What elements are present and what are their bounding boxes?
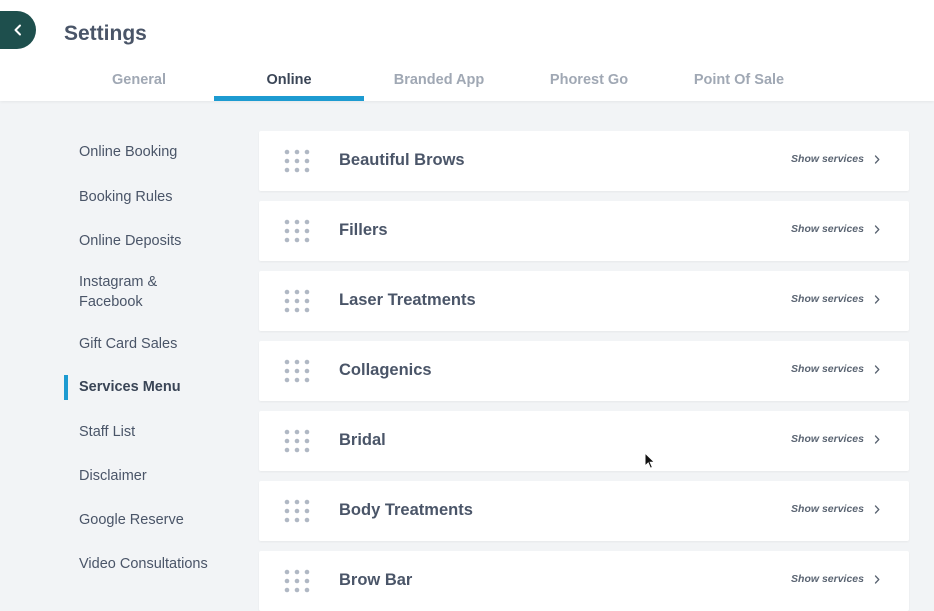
show-services-link[interactable]: Show services — [791, 433, 880, 445]
show-services-label: Show services — [791, 223, 864, 235]
sidebar-item-online-deposits[interactable]: Online Deposits — [64, 231, 181, 251]
chevron-right-icon — [874, 294, 880, 304]
category-name: Collagenics — [339, 361, 432, 379]
show-services-label: Show services — [791, 503, 864, 515]
chevron-right-icon — [874, 154, 880, 164]
mouse-pointer-icon — [644, 452, 656, 469]
header: Settings General Online Branded App Phor… — [0, 0, 934, 101]
category-card: Bridal Show services — [259, 411, 909, 471]
category-name: Bridal — [339, 431, 386, 449]
sidebar-item-instagram-facebook[interactable]: Instagram & Facebook — [64, 272, 194, 312]
drag-handle-icon[interactable] — [284, 289, 310, 313]
drag-handle-icon[interactable] — [284, 359, 310, 383]
category-name: Body Treatments — [339, 501, 473, 519]
sidebar-item-services-menu[interactable]: Services Menu — [64, 375, 181, 400]
show-services-label: Show services — [791, 293, 864, 305]
tab-phorest-go[interactable]: Phorest Go — [514, 60, 664, 101]
show-services-link[interactable]: Show services — [791, 503, 880, 515]
category-card: Brow Bar Show services — [259, 551, 909, 611]
chevron-left-icon — [14, 24, 21, 36]
sidebar-item-video-consultations[interactable]: Video Consultations — [64, 554, 208, 574]
tab-point-of-sale[interactable]: Point Of Sale — [664, 60, 814, 101]
show-services-label: Show services — [791, 153, 864, 165]
chevron-right-icon — [874, 364, 880, 374]
tab-general[interactable]: General — [64, 60, 214, 101]
drag-handle-icon[interactable] — [284, 499, 310, 523]
category-card: Body Treatments Show services — [259, 481, 909, 541]
chevron-right-icon — [874, 574, 880, 584]
sidebar-item-staff-list[interactable]: Staff List — [64, 422, 135, 442]
category-card: Fillers Show services — [259, 201, 909, 261]
tab-bar: General Online Branded App Phorest Go Po… — [64, 60, 814, 101]
sidebar-item-gift-card-sales[interactable]: Gift Card Sales — [64, 334, 177, 354]
page-title: Settings — [64, 22, 147, 45]
tab-branded-app[interactable]: Branded App — [364, 60, 514, 101]
sidebar-item-disclaimer[interactable]: Disclaimer — [64, 466, 147, 486]
sidebar-item-online-booking[interactable]: Online Booking — [64, 142, 177, 162]
chevron-right-icon — [874, 224, 880, 234]
drag-handle-icon[interactable] — [284, 429, 310, 453]
tab-online[interactable]: Online — [214, 60, 364, 101]
chevron-right-icon — [874, 504, 880, 514]
category-name: Brow Bar — [339, 571, 413, 589]
show-services-label: Show services — [791, 573, 864, 585]
category-card: Laser Treatments Show services — [259, 271, 909, 331]
drag-handle-icon[interactable] — [284, 219, 310, 243]
show-services-link[interactable]: Show services — [791, 573, 880, 585]
sidebar-item-google-reserve[interactable]: Google Reserve — [64, 510, 184, 530]
show-services-link[interactable]: Show services — [791, 223, 880, 235]
show-services-link[interactable]: Show services — [791, 153, 880, 165]
category-name: Beautiful Brows — [339, 151, 465, 169]
show-services-label: Show services — [791, 363, 864, 375]
show-services-link[interactable]: Show services — [791, 363, 880, 375]
category-card: Collagenics Show services — [259, 341, 909, 401]
category-card: Beautiful Brows Show services — [259, 131, 909, 191]
show-services-label: Show services — [791, 433, 864, 445]
category-name: Laser Treatments — [339, 291, 476, 309]
chevron-right-icon — [874, 434, 880, 444]
drag-handle-icon[interactable] — [284, 149, 310, 173]
drag-handle-icon[interactable] — [284, 569, 310, 593]
back-button[interactable] — [0, 11, 36, 49]
category-name: Fillers — [339, 221, 388, 239]
sidebar-item-booking-rules[interactable]: Booking Rules — [64, 187, 173, 207]
show-services-link[interactable]: Show services — [791, 293, 880, 305]
